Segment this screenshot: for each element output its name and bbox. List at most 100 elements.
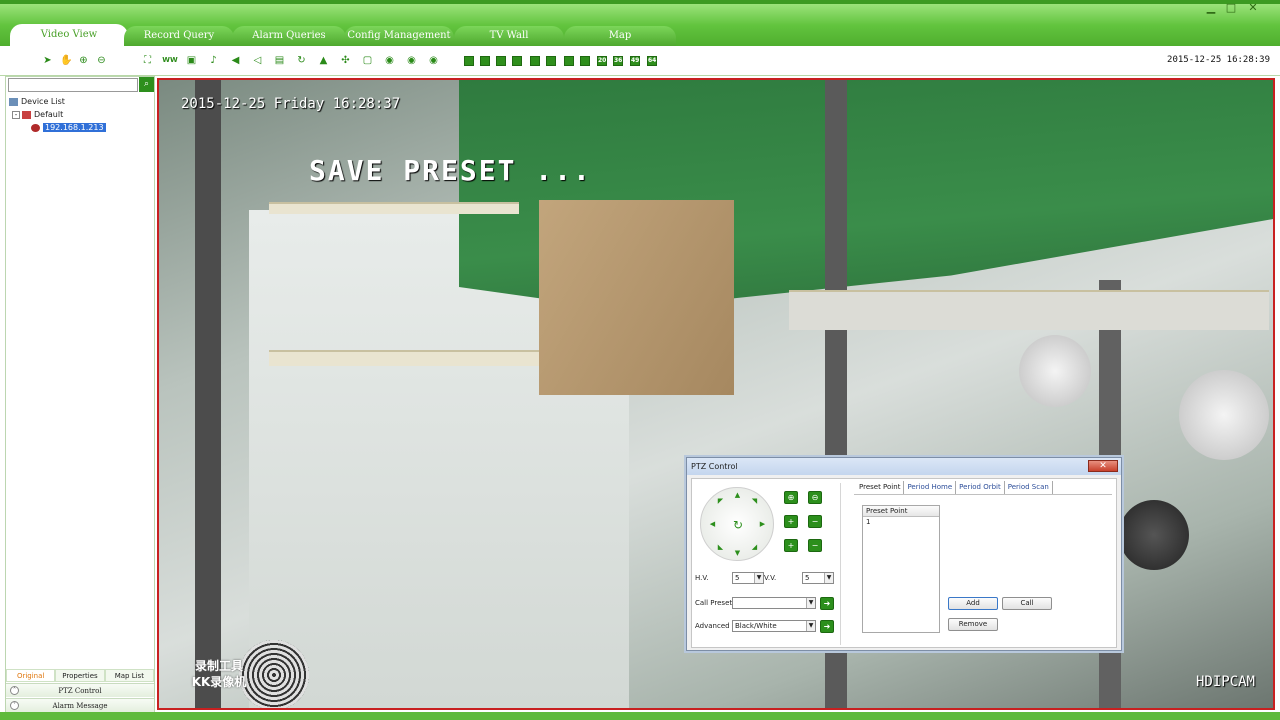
collapse-icon[interactable]: - (12, 110, 20, 119)
call-preset-label: Call Preset (695, 599, 733, 607)
call-preset-go-button[interactable]: ➜ (820, 597, 834, 610)
tab-period-orbit[interactable]: Period Orbit (956, 481, 1005, 494)
fullscreen-icon[interactable]: ⛶ (142, 55, 153, 66)
layout-6-icon[interactable] (496, 56, 506, 66)
close-dialog-button[interactable]: ✕ (1088, 460, 1118, 472)
add-preset-button[interactable]: Add (948, 597, 998, 610)
tree-group[interactable]: - Default (9, 108, 106, 121)
iris-plus-button[interactable]: + (784, 539, 798, 552)
search-icon[interactable]: ⌕ (139, 77, 154, 92)
chevron-up-icon: ˄ (10, 686, 19, 695)
pointer-icon[interactable]: ➤ (42, 55, 53, 66)
tab-video-view[interactable]: Video View (10, 24, 128, 46)
alarm-message-section[interactable]: ˅ Alarm Message (6, 698, 154, 712)
layout-20-icon[interactable]: 20 (597, 56, 607, 66)
tree-root[interactable]: Device List (9, 95, 106, 108)
scene-pillar (195, 80, 221, 708)
monitor-icon[interactable]: ▢ (362, 55, 373, 66)
tab-preset-point[interactable]: Preset Point (856, 481, 905, 494)
scene-cardboard-box (539, 200, 734, 395)
call-preset-select[interactable]: ▼ (732, 597, 816, 609)
alarm-icon[interactable]: ▲ (318, 55, 329, 66)
zoom-minus-button[interactable]: ⊖ (808, 491, 822, 504)
ptz-title[interactable]: PTZ Control (687, 458, 1121, 475)
remove-preset-button[interactable]: Remove (948, 618, 998, 631)
snapshot-icon[interactable]: ▣ (186, 55, 197, 66)
advanced-go-button[interactable]: ➜ (820, 620, 834, 633)
hand-icon[interactable]: ✋ (60, 55, 72, 66)
layout-9-icon[interactable] (530, 56, 540, 66)
tab-properties[interactable]: Properties (55, 669, 105, 682)
zoom-plus-button[interactable]: ⊕ (784, 491, 798, 504)
chevron-down-icon: ▼ (806, 621, 815, 631)
tab-original[interactable]: Original (6, 669, 56, 682)
minimize-icon[interactable]: ▁ (1204, 2, 1218, 14)
tab-alarm-queries[interactable]: Alarm Queries (232, 26, 346, 46)
scene-shelf (269, 202, 519, 214)
close-window-icon[interactable]: ✕ (1246, 2, 1260, 14)
advanced-label: Advanced (695, 622, 730, 630)
speaker-off-icon[interactable]: ◁ (252, 55, 263, 66)
group-icon (22, 110, 31, 119)
play-icon[interactable]: ◉ (406, 55, 417, 66)
zoom-in-icon[interactable]: ⊕ (78, 55, 89, 66)
focus-minus-button[interactable]: − (808, 515, 822, 528)
arrow-right-icon[interactable]: ▶ (759, 521, 766, 528)
hv-select[interactable]: 5 ▼ (732, 572, 764, 584)
scene-dome-camera (1019, 335, 1091, 407)
layout-64-icon[interactable]: 64 (647, 56, 657, 66)
maximize-icon[interactable]: □ (1224, 2, 1238, 14)
list-item[interactable]: 1 (863, 517, 939, 528)
auto-rotate-icon[interactable]: ↻ (731, 518, 745, 532)
microphone-icon[interactable]: ♪ (208, 55, 219, 66)
arrow-up-right-icon[interactable]: ◥ (751, 498, 758, 505)
stop-icon[interactable]: ◉ (384, 55, 395, 66)
arrow-down-icon[interactable]: ▼ (734, 550, 741, 557)
tab-record-query[interactable]: Record Query (124, 26, 234, 46)
layout-10-icon[interactable] (546, 56, 556, 66)
tab-period-home[interactable]: Period Home (904, 481, 957, 494)
arrow-down-right-icon[interactable]: ◢ (751, 544, 758, 551)
ww-icon[interactable]: WW (162, 55, 178, 66)
expand-icon[interactable]: ✣ (340, 55, 351, 66)
tree-device[interactable]: 192.168.1.213 (9, 121, 106, 134)
layout-13-icon[interactable] (564, 56, 574, 66)
vv-select[interactable]: 5 ▼ (802, 572, 834, 584)
tab-period-scan[interactable]: Period Scan (1005, 481, 1053, 494)
arrow-up-left-icon[interactable]: ◤ (717, 498, 724, 505)
call-preset-button[interactable]: Call (1002, 597, 1052, 610)
iris-minus-button[interactable]: − (808, 539, 822, 552)
device-tree: Device List - Default 192.168.1.213 (9, 95, 106, 134)
ptz-control-section[interactable]: ˄ PTZ Control (6, 683, 154, 697)
zoom-out-icon[interactable]: ⊖ (96, 55, 107, 66)
advanced-select[interactable]: Black/White ▼ (732, 620, 816, 632)
arrow-left-icon[interactable]: ◀ (709, 521, 716, 528)
arrow-down-left-icon[interactable]: ◣ (717, 544, 724, 551)
tab-config-management[interactable]: Config Management (344, 26, 454, 46)
recorder-watermark: 录制工具 KK录像机 (191, 659, 247, 689)
hv-label: H.V. (695, 574, 709, 582)
chevron-down-icon: ˅ (10, 701, 19, 710)
layout-4-icon[interactable] (480, 56, 490, 66)
layout-8-icon[interactable] (512, 56, 522, 66)
tab-underline (854, 494, 1112, 495)
device-search-input[interactable] (8, 78, 138, 92)
preset-list[interactable]: Preset Point 1 (862, 505, 940, 633)
layout-49-icon[interactable]: 49 (630, 56, 640, 66)
current-datetime: 2015-12-25 16:28:39 (1167, 55, 1270, 65)
panel-tabs: Original Properties Map List (6, 669, 154, 682)
focus-plus-button[interactable]: + (784, 515, 798, 528)
speaker-icon[interactable]: ◀ (230, 55, 241, 66)
osd-message: SAVE PRESET ... (309, 154, 592, 187)
layout-1-icon[interactable] (464, 56, 474, 66)
tab-map[interactable]: Map (564, 26, 676, 46)
refresh-icon[interactable]: ↻ (296, 55, 307, 66)
tab-tv-wall[interactable]: TV Wall (454, 26, 564, 46)
layout-16-icon[interactable] (580, 56, 590, 66)
record-icon[interactable]: ▤ (274, 55, 285, 66)
arrow-up-icon[interactable]: ▲ (734, 492, 741, 499)
pause-icon[interactable]: ◉ (428, 55, 439, 66)
ptz-direction-pad: ▲ ◥ ▶ ◢ ▼ ◣ ◀ ◤ ↻ (700, 487, 774, 561)
tab-map-list[interactable]: Map List (104, 669, 154, 682)
layout-36-icon[interactable]: 36 (613, 56, 623, 66)
